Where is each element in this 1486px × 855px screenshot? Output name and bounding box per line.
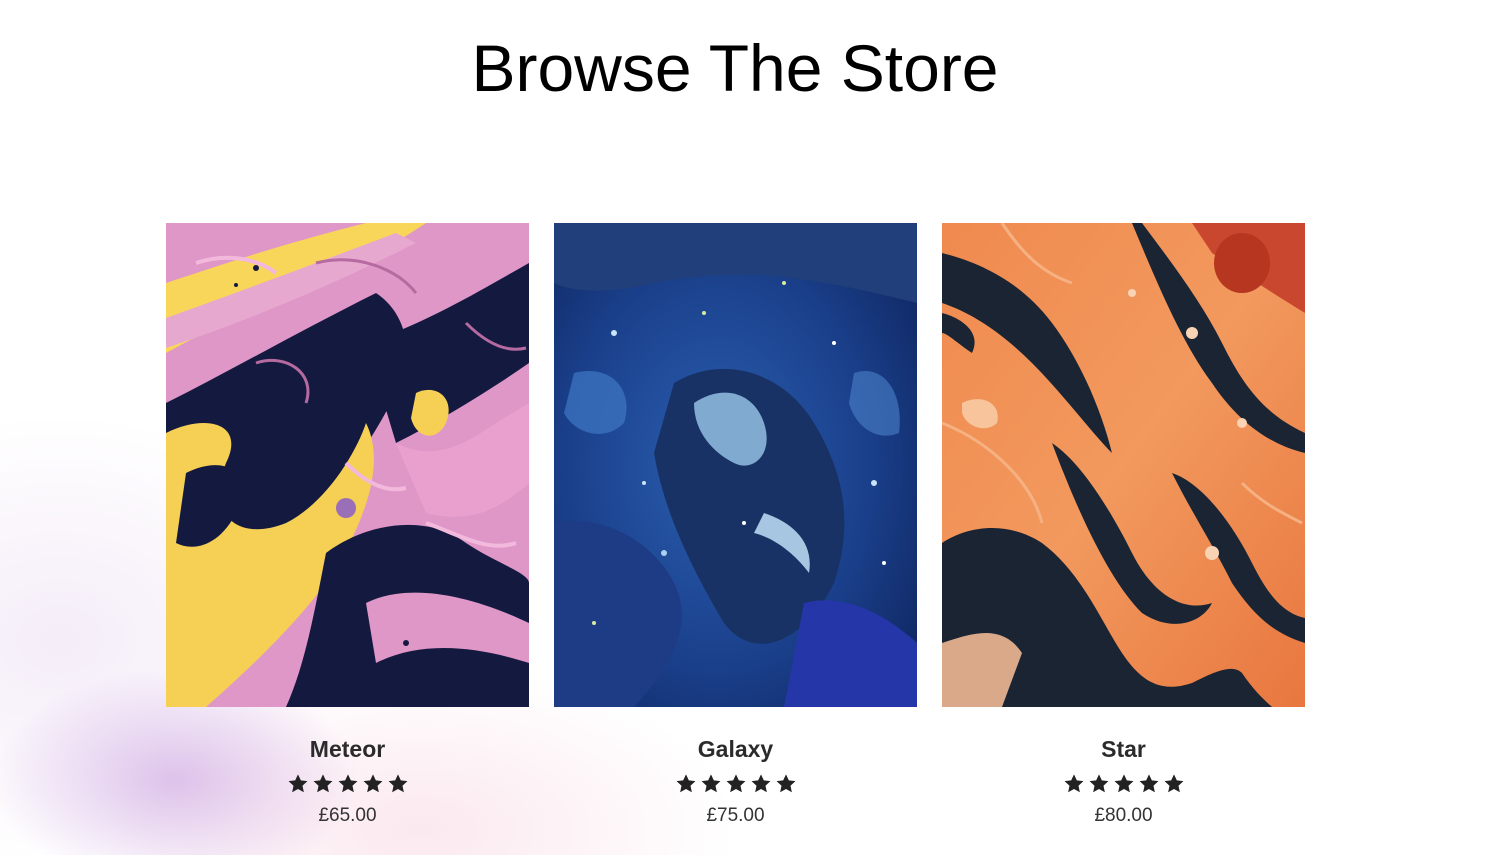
star-icon xyxy=(1089,774,1108,793)
product-price: £75.00 xyxy=(706,805,765,826)
star-icon xyxy=(1164,774,1183,793)
product-card-star[interactable]: Star £80.00 xyxy=(942,223,1305,828)
product-image-meteor[interactable] xyxy=(166,223,529,707)
star-icon xyxy=(1114,774,1133,793)
star-icon xyxy=(776,774,795,793)
star-icon xyxy=(726,774,745,793)
star-icon xyxy=(363,774,382,793)
star-icon xyxy=(1139,774,1158,793)
star-icon xyxy=(338,774,357,793)
star-icon xyxy=(701,774,720,793)
store-page: Browse The Store Meteor £65.00 Galaxy £7… xyxy=(0,0,1486,855)
product-name[interactable]: Galaxy xyxy=(698,735,773,763)
product-image-star[interactable] xyxy=(942,223,1305,707)
product-card-meteor[interactable]: Meteor £65.00 xyxy=(166,223,529,828)
star-icon xyxy=(288,774,307,793)
product-price: £80.00 xyxy=(1094,805,1153,826)
star-icon xyxy=(1064,774,1083,793)
product-price: £65.00 xyxy=(318,805,377,826)
product-grid: Meteor £65.00 Galaxy £75.00 Star £80.00 xyxy=(166,223,1305,828)
product-name[interactable]: Meteor xyxy=(310,735,385,763)
product-image-galaxy[interactable] xyxy=(554,223,917,707)
page-title: Browse The Store xyxy=(471,31,999,105)
star-icon xyxy=(676,774,695,793)
star-icon xyxy=(388,774,407,793)
star-rating xyxy=(675,773,797,795)
star-rating xyxy=(1063,773,1185,795)
star-rating xyxy=(287,773,409,795)
product-card-galaxy[interactable]: Galaxy £75.00 xyxy=(554,223,917,828)
star-icon xyxy=(751,774,770,793)
product-name[interactable]: Star xyxy=(1101,735,1146,763)
star-icon xyxy=(313,774,332,793)
